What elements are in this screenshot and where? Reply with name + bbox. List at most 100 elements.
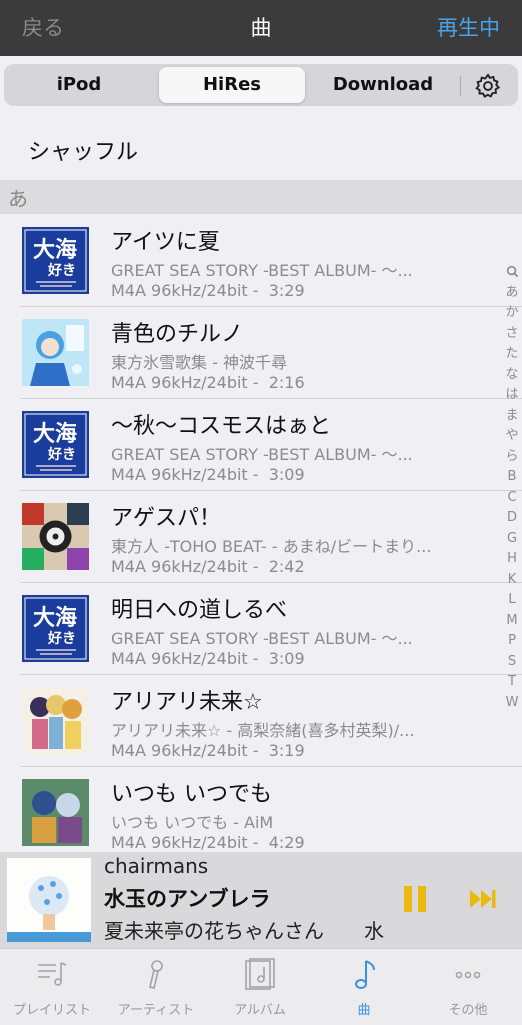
song-format: M4A 96kHz/24bit - (111, 465, 259, 484)
index-letter[interactable]: た (502, 344, 522, 365)
index-letter[interactable]: ま (502, 406, 522, 427)
index-letter[interactable]: K (502, 570, 522, 591)
now-playing-button[interactable]: 再生中 (437, 12, 500, 42)
song-row[interactable]: いつも いつでも いつも いつでも - AiM M4A 96kHz/24bit … (0, 767, 522, 859)
song-duration: 2:16 (268, 373, 305, 392)
song-album-artist: GREAT SEA STORY -BEST ALBUM- 〜... (111, 445, 413, 464)
more-icon (455, 971, 481, 979)
index-letter[interactable]: M (502, 611, 522, 632)
song-title: いつも いつでも (111, 782, 272, 807)
song-format-duration: M4A 96kHz/24bit - 3:09 (111, 465, 305, 484)
now-playing-album-art (7, 858, 91, 942)
now-playing-artist: chairmans (104, 854, 209, 878)
svg-text:大海: 大海 (33, 605, 77, 631)
song-icon (355, 960, 375, 989)
song-format: M4A 96kHz/24bit - (111, 833, 259, 852)
tab-label: アーティスト (117, 1003, 195, 1018)
section-header: あ (0, 180, 522, 214)
index-letter[interactable]: か (502, 303, 522, 324)
index-letter[interactable]: さ (502, 324, 522, 345)
song-duration: 2:42 (268, 557, 305, 576)
song-format: M4A 96kHz/24bit - (111, 741, 259, 760)
song-title: アイツに夏 (111, 230, 220, 255)
album-art-sea-story: 大海 好き (22, 411, 89, 478)
section-index-bar[interactable]: あ か さ た な は ま や ら B C D G H K L M P S T … (502, 262, 522, 713)
index-letter[interactable]: S (502, 652, 522, 673)
album-icon (245, 958, 275, 990)
song-album-artist: 東方氷雪歌集 - 神波千尋 (111, 353, 287, 372)
svg-text:大海: 大海 (33, 421, 77, 447)
tab-label: 曲 (357, 1003, 371, 1018)
svg-text:好き: 好き (47, 446, 76, 463)
index-letter[interactable]: な (502, 365, 522, 386)
song-row[interactable]: 大海 好き 〜秋〜コスモスはぁと GREAT SEA STORY -BEST A… (0, 399, 522, 491)
tab-label: アルバム (234, 1003, 286, 1018)
song-album-artist: アリアリ未来☆ - 高梨奈緒(喜多村英梨)/... (111, 721, 415, 740)
section-header-label: あ (8, 187, 28, 211)
song-title: 明日への道しるべ (111, 598, 288, 623)
gear-icon[interactable] (474, 72, 502, 100)
shuffle-button[interactable]: シャッフル (28, 134, 138, 166)
album-art-ariari (22, 687, 89, 754)
index-letter[interactable]: W (502, 693, 522, 714)
index-letter[interactable]: T (502, 672, 522, 693)
tab-artist[interactable]: アーティスト (104, 949, 208, 1025)
song-format-duration: M4A 96kHz/24bit - 2:42 (111, 557, 305, 576)
song-duration: 3:09 (268, 649, 305, 668)
song-title: 青色のチルノ (111, 322, 244, 347)
album-art-sea-story: 大海 好き (22, 227, 89, 294)
index-letter[interactable]: C (502, 488, 522, 509)
mini-player[interactable]: chairmans 水玉のアンブレラ 夏未来亭の花ちゃんさん 水 (0, 852, 522, 948)
song-format-duration: M4A 96kHz/24bit - 3:09 (111, 649, 305, 668)
tab-playlist[interactable]: プレイリスト (0, 949, 104, 1025)
song-row[interactable]: 大海 好き 明日への道しるべ GREAT SEA STORY -BEST ALB… (0, 583, 522, 675)
index-letter[interactable]: L (502, 590, 522, 611)
svg-text:好き: 好き (47, 630, 76, 647)
song-title: 〜秋〜コスモスはぁと (111, 414, 332, 439)
song-row[interactable]: アゲスパ！ 東方人 -TOHO BEAT- - あまね/ビートまり... M4A… (0, 491, 522, 583)
artist-icon (149, 960, 163, 989)
song-format-duration: M4A 96kHz/24bit - 2:16 (111, 373, 305, 392)
song-album-artist: いつも いつでも - AiM (111, 813, 274, 832)
song-format-duration: M4A 96kHz/24bit - 3:29 (111, 281, 305, 300)
index-letter[interactable]: は (502, 385, 522, 406)
song-album-artist: GREAT SEA STORY -BEST ALBUM- 〜... (111, 629, 413, 648)
tab-more[interactable]: その他 (416, 949, 520, 1025)
now-playing-album: 夏未来亭の花ちゃんさん 水 (104, 919, 384, 943)
segment-hires[interactable]: HiRes (159, 67, 305, 103)
song-duration: 3:09 (268, 465, 305, 484)
song-row[interactable]: 青色のチルノ 東方氷雪歌集 - 神波千尋 M4A 96kHz/24bit - 2… (0, 307, 522, 399)
svg-text:大海: 大海 (33, 237, 77, 263)
song-duration: 3:29 (268, 281, 305, 300)
song-album-artist: GREAT SEA STORY -BEST ALBUM- 〜... (111, 261, 413, 280)
index-letter[interactable]: P (502, 631, 522, 652)
segment-ipod[interactable]: iPod (4, 67, 154, 103)
song-format: M4A 96kHz/24bit - (111, 373, 259, 392)
segment-download[interactable]: Download (309, 67, 457, 103)
song-duration: 4:29 (268, 833, 305, 852)
index-letter[interactable]: B (502, 467, 522, 488)
index-letter[interactable]: あ (502, 283, 522, 304)
song-row[interactable]: アリアリ未来☆ アリアリ未来☆ - 高梨奈緒(喜多村英梨)/... M4A 96… (0, 675, 522, 767)
index-letter[interactable]: D (502, 508, 522, 529)
song-row[interactable]: 大海 好き アイツに夏 GREAT SEA STORY -BEST ALBUM-… (0, 215, 522, 307)
album-art-toho-beat (22, 503, 89, 570)
segment-divider (460, 76, 461, 96)
navigation-bar: 戻る 曲 再生中 (0, 0, 522, 56)
tab-label: その他 (448, 1003, 488, 1018)
index-search-icon[interactable] (502, 262, 522, 283)
song-format-duration: M4A 96kHz/24bit - 3:19 (111, 741, 305, 760)
svg-text:好き: 好き (47, 262, 76, 279)
tab-album[interactable]: アルバム (208, 949, 312, 1025)
song-format: M4A 96kHz/24bit - (111, 281, 259, 300)
skip-forward-icon[interactable] (468, 888, 498, 910)
tab-songs[interactable]: 曲 (312, 949, 416, 1025)
index-letter[interactable]: ら (502, 447, 522, 468)
index-letter[interactable]: や (502, 426, 522, 447)
playlist-icon (38, 962, 67, 986)
now-playing-title: 水玉のアンブレラ (104, 887, 271, 911)
song-title: アリアリ未来☆ (111, 690, 263, 715)
pause-icon[interactable] (402, 886, 428, 912)
index-letter[interactable]: G (502, 529, 522, 550)
index-letter[interactable]: H (502, 549, 522, 570)
